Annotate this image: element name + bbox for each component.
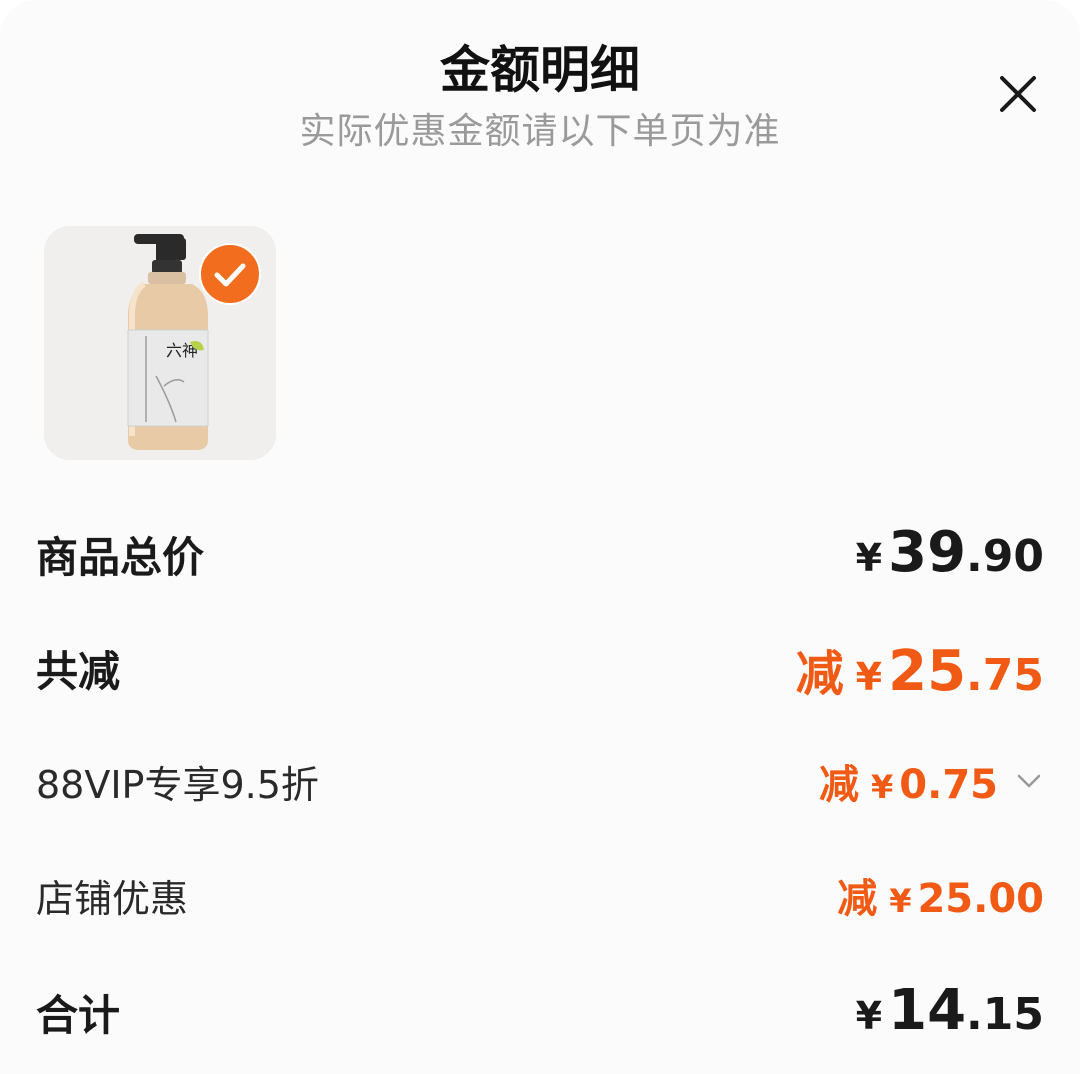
amount-decimal: .75 xyxy=(966,650,1044,701)
discount-prefix: 减 xyxy=(837,876,878,922)
currency-symbol: ¥ xyxy=(889,882,912,920)
amount-decimal: .15 xyxy=(966,989,1044,1040)
row-item-total: 商品总价 ¥ 39 .90 xyxy=(36,520,1044,590)
currency-symbol: ¥ xyxy=(855,994,883,1038)
item-total-amount: ¥ 39 .90 xyxy=(856,520,1044,585)
row-vip-discount[interactable]: 88VIP专享9.5折 减 ¥ 0 .75 xyxy=(36,752,1044,812)
amount-decimal: .90 xyxy=(966,531,1044,582)
sheet-header: 金额明细 实际优惠金额请以下单页为准 xyxy=(0,0,1080,170)
row-shop-discount: 店铺优惠 减 ¥ 25 .00 xyxy=(36,866,1044,926)
currency-symbol: ¥ xyxy=(855,536,883,580)
item-total-label: 商品总价 xyxy=(36,533,205,582)
amount-integer: 0 xyxy=(899,762,928,808)
product-selected-toggle[interactable] xyxy=(198,242,262,306)
total-discount-label: 共减 xyxy=(36,647,121,696)
close-icon xyxy=(1000,76,1036,112)
page-title: 金额明细 xyxy=(440,41,640,99)
currency-symbol: ¥ xyxy=(855,655,883,699)
amount-integer: 39 xyxy=(888,520,967,585)
discount-prefix: 减 xyxy=(819,762,860,808)
amount-integer: 14 xyxy=(888,978,967,1043)
vip-discount-amount: 减 ¥ 0 .75 xyxy=(819,752,1044,810)
currency-symbol: ¥ xyxy=(871,768,894,806)
amount-integer: 25 xyxy=(917,876,974,922)
total-discount-amount: 减 ¥ 25 .75 xyxy=(796,634,1044,704)
amount-decimal: .75 xyxy=(927,762,998,808)
grand-total-amount: ¥ 14 .15 xyxy=(856,978,1044,1043)
page-subtitle: 实际优惠金额请以下单页为准 xyxy=(299,111,781,152)
chevron-down-icon xyxy=(1017,774,1041,788)
discount-prefix: 减 xyxy=(795,646,844,702)
amount-decimal: .00 xyxy=(973,876,1044,922)
expand-button[interactable] xyxy=(1014,766,1044,796)
check-circle-icon xyxy=(199,243,261,305)
amount-detail-sheet: 金额明细 实际优惠金额请以下单页为准 六神 商品总价 ¥ 39 .90 共减 减… xyxy=(0,0,1080,1074)
amount-integer: 25 xyxy=(888,639,967,704)
row-total-discount: 共减 减 ¥ 25 .75 xyxy=(36,634,1044,704)
grand-total-label: 合计 xyxy=(36,991,121,1040)
shop-discount-amount: 减 ¥ 25 .00 xyxy=(837,866,1044,924)
close-button[interactable] xyxy=(990,66,1046,122)
row-grand-total: 合计 ¥ 14 .15 xyxy=(36,978,1044,1048)
vip-discount-label: 88VIP专享9.5折 xyxy=(36,763,319,807)
shop-discount-label: 店铺优惠 xyxy=(36,877,189,921)
